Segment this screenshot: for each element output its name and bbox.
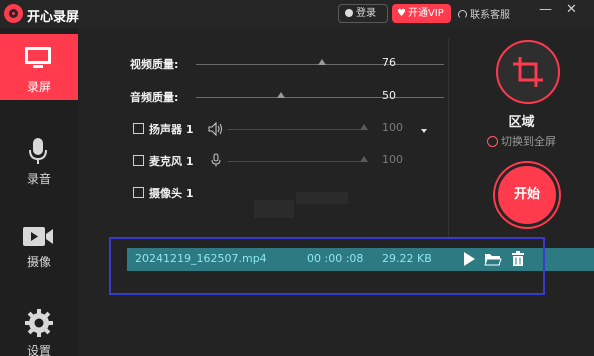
microphone-icon	[29, 138, 47, 164]
mic-small-icon	[211, 153, 221, 167]
audio-quality-label: 音频质量:	[130, 91, 179, 104]
capture-controls: 区域 切换到全屏 开始	[449, 28, 594, 246]
speaker-volume-slider[interactable]	[228, 129, 368, 130]
microphone-volume-slider-thumb[interactable]	[360, 156, 368, 162]
recording-settings-panel: 视频质量: 76 音频质量: 50 扬声器 1 100 麦克风 1 100 摄像…	[78, 28, 448, 356]
microphone-checkbox[interactable]	[133, 155, 144, 166]
microphone-volume-slider[interactable]	[228, 161, 368, 162]
switch-fullscreen-label: 切换到全屏	[501, 135, 556, 148]
video-quality-slider-thumb[interactable]	[318, 59, 326, 65]
microphone-label: 麦克风 1	[149, 155, 194, 168]
crop-icon	[513, 57, 543, 87]
sidebar-item-camera[interactable]: 摄像	[0, 214, 78, 280]
microphone-volume-value: 100	[382, 153, 403, 166]
webcam-label: 摄像头 1	[149, 187, 194, 200]
close-button[interactable]: ✕	[566, 2, 577, 17]
video-quality-label: 视频质量:	[130, 58, 179, 71]
speaker-checkbox[interactable]	[133, 123, 144, 134]
video-quality-value: 76	[382, 56, 396, 69]
sidebar-item-settings[interactable]: 设置	[0, 300, 78, 356]
speaker-volume-value: 100	[382, 121, 403, 134]
speaker-icon	[208, 122, 222, 136]
app-logo-icon	[4, 4, 23, 23]
audio-quality-value: 50	[382, 89, 396, 102]
switch-icon	[487, 136, 498, 147]
sidebar-item-screen-record[interactable]: 录屏	[0, 34, 78, 100]
support-link[interactable]: 联系客服	[458, 6, 510, 21]
gear-icon	[25, 309, 53, 337]
minimize-button[interactable]: —	[539, 2, 552, 17]
sidebar: 录屏 录音 摄像 设置	[0, 28, 78, 356]
login-button[interactable]: 登录	[338, 4, 388, 23]
user-icon	[345, 9, 353, 17]
start-record-button[interactable]: 开始	[495, 163, 559, 227]
camera-icon	[23, 227, 53, 246]
sidebar-item-audio-record[interactable]: 录音	[0, 128, 78, 194]
sidebar-item-label: 录屏	[26, 80, 51, 94]
sidebar-item-label: 设置	[26, 344, 51, 356]
webcam-checkbox[interactable]	[133, 187, 144, 198]
sidebar-item-label: 摄像	[26, 255, 51, 269]
heart-icon: ♥	[397, 8, 406, 19]
blurred-region	[254, 200, 294, 218]
audio-quality-slider-thumb[interactable]	[277, 92, 285, 98]
switch-fullscreen-link[interactable]: 切换到全屏	[487, 133, 556, 149]
speaker-volume-slider-thumb[interactable]	[360, 124, 368, 130]
login-label: 登录	[356, 8, 376, 19]
vip-button[interactable]: ♥ 开通VIP	[392, 4, 451, 23]
audio-quality-slider[interactable]	[196, 97, 444, 98]
headset-icon	[458, 10, 467, 19]
region-label: 区域	[508, 115, 535, 130]
speaker-label: 扬声器 1	[149, 123, 194, 136]
sidebar-item-label: 录音	[26, 172, 51, 186]
speaker-dropdown-icon[interactable]	[421, 129, 427, 133]
title-bar: 开心录屏 登录 ♥ 开通VIP 联系客服 — ✕	[0, 0, 594, 28]
support-label: 联系客服	[470, 10, 510, 21]
blurred-region	[296, 192, 348, 204]
selection-highlight-box	[109, 237, 545, 295]
vip-label: 开通VIP	[407, 8, 444, 19]
region-select-button[interactable]	[496, 40, 560, 104]
monitor-icon	[25, 47, 51, 68]
app-title: 开心录屏	[27, 10, 80, 25]
